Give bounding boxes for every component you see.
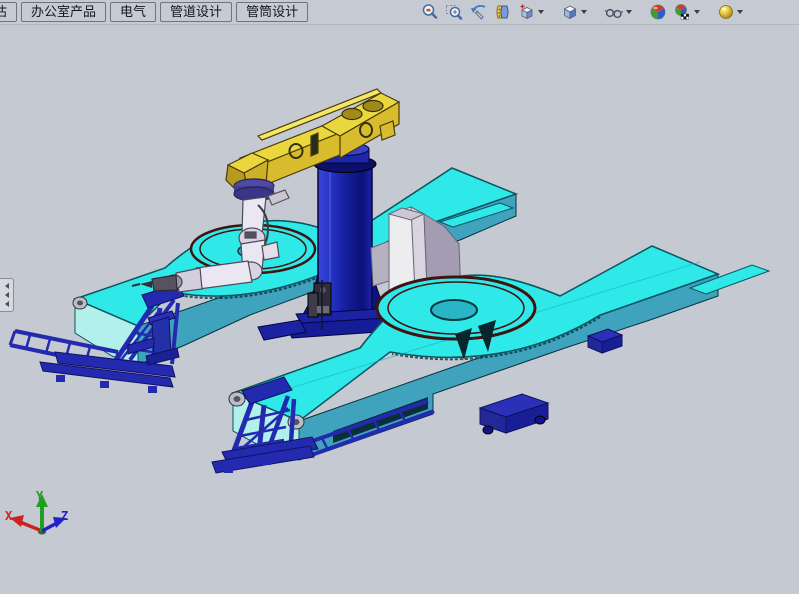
view-orientation-icon [518,3,536,21]
graphics-viewport[interactable]: X Y Z [0,24,799,589]
edit-appearance-button[interactable] [647,1,669,23]
zoom-to-area-icon [445,3,463,21]
hide-show-items-button[interactable] [602,1,634,23]
apply-scene-button[interactable] [671,1,702,23]
zoom-to-fit-button[interactable] [419,1,441,23]
dropdown-arrow-icon[interactable] [581,10,587,14]
collapse-left-icon [5,283,9,289]
display-style-icon [561,3,579,21]
right-beam-mid-bracket[interactable] [480,394,548,434]
collapse-left-icon [5,292,9,298]
heads-up-view-toolbar [419,1,745,23]
tab-evaluate-partial[interactable]: 估 [0,2,17,22]
tab-piping-design[interactable]: 管道设计 [160,2,232,22]
view-orientation-button[interactable] [516,1,546,23]
panel-flyout-tab[interactable] [0,278,14,312]
toolbar-separator [591,12,600,13]
display-style-button[interactable] [559,1,589,23]
tab-office-products[interactable]: 办公室产品 [21,2,106,22]
zoom-to-area-button[interactable] [443,1,465,23]
hide-show-items-icon [604,3,624,21]
orientation-triad[interactable]: X Y Z [5,489,68,535]
commandmanager-tabs: 估 办公室产品 电气 管道设计 管筒设计 [0,2,308,23]
toolbar-separator [636,12,645,13]
toolbar-separator [548,12,557,13]
dropdown-arrow-icon[interactable] [694,10,700,14]
edit-appearance-icon [649,3,667,21]
axis-y-label: Y [36,489,44,503]
top-toolbar: 估 办公室产品 电气 管道设计 管筒设计 [0,0,799,25]
apply-scene-icon [673,3,692,21]
zoom-to-fit-icon [421,3,439,21]
section-view-icon [494,3,512,21]
previous-view-button[interactable] [467,1,490,23]
robot-boom[interactable] [226,89,399,192]
collapse-left-icon [5,301,9,307]
dropdown-arrow-icon[interactable] [626,10,632,14]
view-settings-icon [717,3,735,21]
previous-view-icon [469,3,488,21]
toolbar-separator [704,12,713,13]
tab-electrical[interactable]: 电气 [110,2,156,22]
axis-z-label: Z [61,509,68,523]
section-view-button[interactable] [492,1,514,23]
model-scene[interactable]: X Y Z [0,24,799,589]
view-settings-button[interactable] [715,1,745,23]
dropdown-arrow-icon[interactable] [737,10,743,14]
tab-tubing-design[interactable]: 管筒设计 [236,2,308,22]
dropdown-arrow-icon[interactable] [538,10,544,14]
axis-x-label: X [5,509,13,523]
